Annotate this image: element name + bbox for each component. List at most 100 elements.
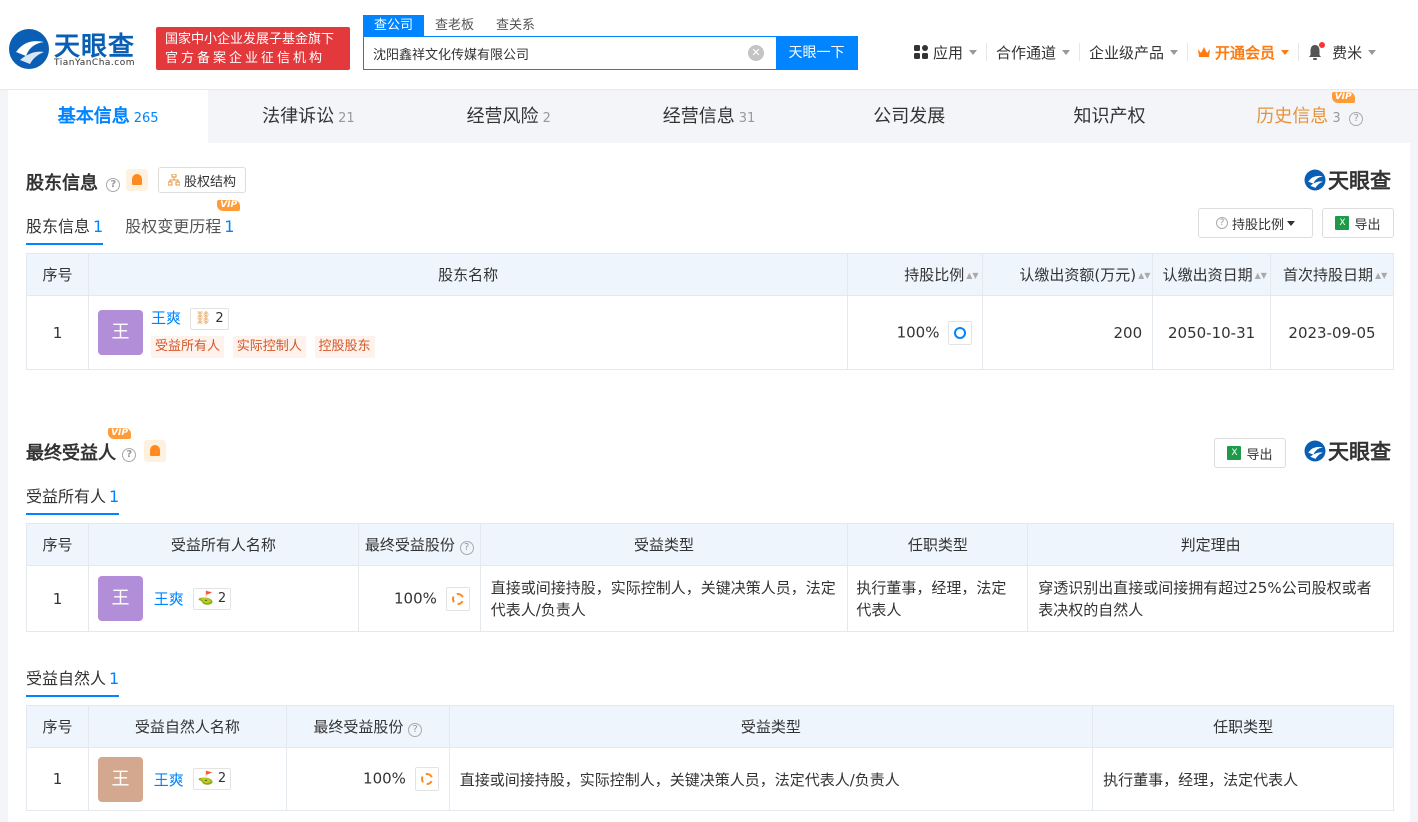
bell-icon[interactable] bbox=[1308, 42, 1326, 60]
tab-development[interactable]: 公司发展 bbox=[809, 90, 1009, 143]
help-icon[interactable]: ? bbox=[1349, 112, 1364, 126]
subtab-natural-person[interactable]: 受益自然人 1 bbox=[26, 665, 120, 697]
tab-operation[interactable]: 经营信息 31 bbox=[609, 90, 809, 143]
owner-name-link[interactable]: 王爽 bbox=[154, 590, 184, 608]
tab-ip[interactable]: 知识产权 bbox=[1009, 90, 1209, 143]
apps-grid-icon bbox=[914, 45, 928, 59]
col-ratio[interactable]: 持股比例 ▲▼ bbox=[847, 253, 984, 296]
excel-icon: X bbox=[1227, 446, 1242, 460]
col-share-label: 最终受益股份 bbox=[364, 536, 455, 554]
nav-vip[interactable]: 开通会员 bbox=[1188, 43, 1300, 62]
export-button[interactable]: X 导出 bbox=[1322, 208, 1394, 238]
vip-badge: VIP bbox=[1331, 92, 1355, 103]
col-first-label: 首次持股日期 bbox=[1283, 266, 1374, 284]
col-reason: 判定理由 bbox=[1027, 523, 1394, 566]
avatar[interactable]: 王 bbox=[97, 756, 143, 802]
col-position: 任职类型 bbox=[847, 523, 1029, 566]
sort-icon: ▲▼ bbox=[1138, 270, 1151, 280]
penetration-icon[interactable] bbox=[445, 586, 470, 611]
help-icon[interactable]: ? bbox=[459, 541, 474, 555]
search-input[interactable] bbox=[364, 37, 776, 69]
col-amount[interactable]: 认缴出资额(万元) ▲▼ bbox=[982, 253, 1154, 296]
row-index: 1 bbox=[26, 565, 89, 632]
owner-name-cell: 王 王爽 ⛳ 2 bbox=[87, 565, 359, 632]
logo-mark-icon bbox=[1304, 169, 1326, 191]
col-type: 受益类型 bbox=[479, 523, 849, 566]
help-icon[interactable]: ? bbox=[106, 178, 121, 192]
logo-domain: TianYanCha.com bbox=[54, 58, 136, 68]
content-panel: 股东信息 ? 股权结构 天眼查 股东信息 1 VIP 股权变更历程 1 ? 持股比例… bbox=[8, 143, 1410, 822]
relation-count[interactable]: ⛳ 2 bbox=[192, 768, 232, 790]
subtab-label: 受益自然人 bbox=[26, 669, 107, 688]
table-row: 1 王 王爽 ⛓ 2 受益所有人 实际控制人 控股股东 100% 200 205… bbox=[26, 295, 1394, 370]
subtab-shareholders[interactable]: 股东信息 1 bbox=[26, 213, 104, 245]
col-index: 序号 bbox=[26, 523, 89, 566]
search-tab-relation[interactable]: 查关系 bbox=[485, 15, 546, 37]
relation-count-value: 2 bbox=[217, 771, 227, 786]
owner-subtabs: 受益所有人 1 bbox=[26, 483, 141, 515]
relation-icon: ⛓ bbox=[194, 310, 212, 326]
chevron-down-icon bbox=[1170, 49, 1179, 55]
tag-controller[interactable]: 实际控制人 bbox=[232, 336, 306, 358]
top-header: 天眼查 TianYanCha.com 国家中小企业发展子基金旗下 官方备案企业征… bbox=[0, 0, 1418, 90]
main-tabs: 基本信息 265 法律诉讼 21 经营风险 2 经营信息 31 公司发展 知识产权 VI… bbox=[8, 90, 1410, 143]
follow-bell-icon[interactable] bbox=[144, 440, 166, 462]
col-owner-name: 受益所有人名称 bbox=[87, 523, 359, 566]
natural-name-link[interactable]: 王爽 bbox=[154, 771, 184, 789]
tab-litigation[interactable]: 法律诉讼 21 bbox=[208, 90, 408, 143]
equity-structure-button[interactable]: 股权结构 bbox=[158, 167, 246, 193]
subtab-beneficial-owner[interactable]: 受益所有人 1 bbox=[26, 483, 120, 515]
col-subscribe-date[interactable]: 认缴出资日期 ▲▼ bbox=[1152, 253, 1272, 296]
col-type: 受益类型 bbox=[448, 705, 1094, 748]
tag-beneficial-owner[interactable]: 受益所有人 bbox=[150, 336, 224, 358]
gov-badge-line1: 国家中小企业发展子基金旗下 bbox=[165, 32, 335, 47]
subtab-count: 1 bbox=[109, 669, 120, 688]
person-icon: ⛳ bbox=[197, 771, 214, 786]
tab-risk[interactable]: 经营风险 2 bbox=[409, 90, 609, 143]
clear-icon[interactable]: ✕ bbox=[748, 45, 764, 61]
tab-history[interactable]: VIP 历史信息 3 ? bbox=[1210, 90, 1410, 143]
subtab-count: 1 bbox=[109, 487, 120, 506]
search-tab-boss[interactable]: 查老板 bbox=[424, 15, 485, 37]
col-share: 最终受益股份 ? bbox=[357, 523, 481, 566]
tianyancha-logo[interactable]: 天眼查 TianYanCha.com bbox=[8, 26, 148, 72]
tab-label: 知识产权 bbox=[1073, 106, 1146, 127]
col-index: 序号 bbox=[26, 705, 89, 748]
pie-chart-icon[interactable] bbox=[948, 320, 973, 345]
ratio-value: 100% bbox=[896, 323, 940, 341]
avatar[interactable]: 王 bbox=[97, 576, 143, 621]
help-icon[interactable]: ? bbox=[122, 448, 137, 462]
nav-user-label: 费米 bbox=[1332, 43, 1363, 62]
col-name: 股东名称 bbox=[87, 253, 849, 296]
tianyancha-watermark: 天眼查 bbox=[1304, 438, 1391, 464]
amount-cell: 200 bbox=[982, 295, 1154, 370]
follow-bell-icon[interactable] bbox=[126, 169, 148, 191]
reason-cell: 穿透识别出直接或间接拥有超过25%公司股权或者表决权的自然人 bbox=[1027, 565, 1394, 632]
col-share: 最终受益股份 ? bbox=[285, 705, 450, 748]
penetration-icon[interactable] bbox=[414, 767, 439, 791]
ratio-filter-button[interactable]: ? 持股比例 bbox=[1198, 208, 1313, 238]
search-tabs: 查公司 查老板 查关系 bbox=[363, 15, 546, 37]
tab-label: 经营信息 bbox=[662, 106, 735, 127]
shareholder-name-link[interactable]: 王爽 bbox=[151, 309, 181, 327]
nav-enterprise[interactable]: 企业级产品 bbox=[1080, 43, 1189, 62]
tab-basic-info[interactable]: 基本信息 265 bbox=[8, 90, 209, 143]
relation-count-value: 2 bbox=[215, 310, 224, 326]
col-first-date[interactable]: 首次持股日期 ▲▼ bbox=[1270, 253, 1394, 296]
table-row: 1 王 王爽 ⛳ 2 100% 直接或间接持股，实际控制人，关键决策人员，法定代… bbox=[26, 565, 1394, 632]
help-icon[interactable]: ? bbox=[408, 723, 423, 737]
relation-count[interactable]: ⛓ 2 bbox=[189, 307, 229, 330]
relation-count[interactable]: ⛳ 2 bbox=[192, 587, 232, 610]
subtab-equity-history[interactable]: VIP 股权变更历程 1 bbox=[125, 200, 241, 245]
natural-person-table: 序号 受益自然人名称 最终受益股份 ? 受益类型 任职类型 1 王 王爽 ⛳ 2… bbox=[26, 705, 1394, 811]
table-header-row: 序号 股东名称 持股比例 ▲▼ 认缴出资额(万元) ▲▼ 认缴出资日期 ▲▼ 首次持股… bbox=[26, 253, 1394, 296]
beneficiary-title: 最终受益人 ? bbox=[26, 439, 137, 465]
nav-user[interactable]: 费米 bbox=[1299, 42, 1385, 62]
position-cell: 执行董事，经理，法定代表人 bbox=[847, 565, 1029, 632]
search-button[interactable]: 天眼一下 bbox=[776, 37, 857, 69]
avatar[interactable]: 王 bbox=[97, 310, 143, 355]
search-tab-company[interactable]: 查公司 bbox=[363, 15, 425, 37]
nav-apps[interactable]: 应用 bbox=[905, 43, 988, 62]
beneficiary-export-button[interactable]: X 导出 bbox=[1214, 438, 1286, 468]
nav-partners[interactable]: 合作通道 bbox=[987, 43, 1081, 62]
